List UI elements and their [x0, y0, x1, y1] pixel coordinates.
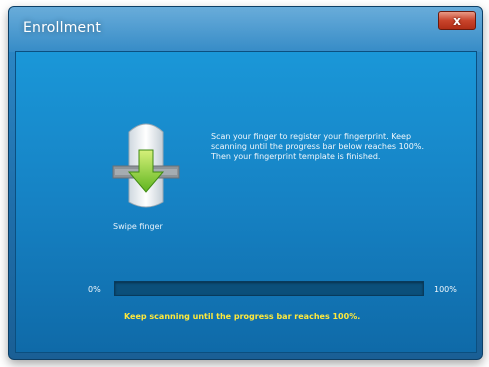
- instructions-text: Scan your finger to register your finger…: [211, 132, 425, 161]
- progress-max-label: 100%: [434, 285, 457, 294]
- finger-swipe-icon: [112, 123, 180, 208]
- enrollment-panel: Swipe finger Scan your finger to registe…: [15, 51, 477, 353]
- swipe-finger-label: Swipe finger: [113, 222, 163, 231]
- status-hint: Keep scanning until the progress bar rea…: [124, 312, 361, 321]
- progress-bar: [114, 281, 424, 296]
- close-button[interactable]: x: [438, 11, 476, 30]
- progress-min-label: 0%: [88, 285, 101, 294]
- close-icon: x: [453, 13, 461, 28]
- title-bar[interactable]: Enrollment x: [9, 7, 482, 45]
- window-title: Enrollment: [23, 20, 102, 36]
- enrollment-window: Enrollment x Swipe finger Scan your fing…: [8, 6, 483, 360]
